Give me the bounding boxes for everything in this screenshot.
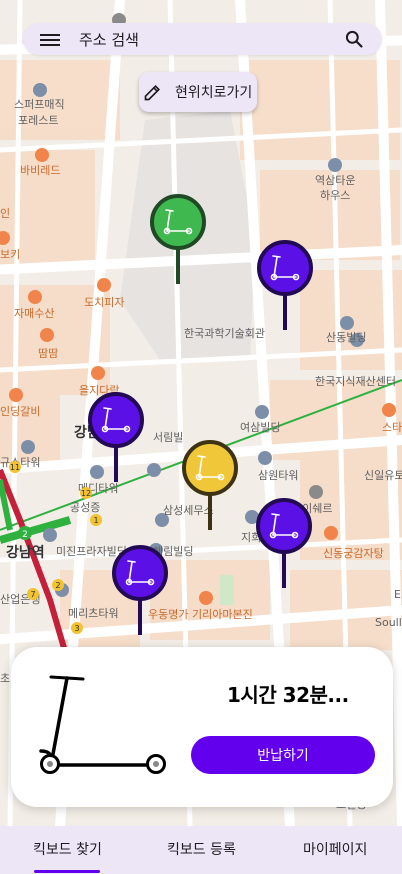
svg-text:2: 2 [55, 581, 60, 590]
map-label-ddam: 땀땀 [38, 347, 58, 360]
active-tab-indicator [34, 870, 100, 873]
scooter-pin-green[interactable] [150, 194, 206, 312]
map-label-knowledge: 한국지식재산센터 [315, 375, 396, 388]
svg-text:3: 3 [74, 624, 79, 633]
scooter-pin-yellow[interactable] [182, 440, 238, 558]
map-label-samwon: 삼원타워 [258, 469, 298, 482]
svg-text:11: 11 [10, 463, 20, 472]
subway-badge-2: 2 [18, 526, 32, 540]
rental-status-card: 1시간 32분... 반납하기 [11, 647, 393, 807]
return-button[interactable]: 반납하기 [191, 736, 375, 774]
map-label-yeoksam-town: 역삼타운 [315, 174, 355, 187]
tab-find-kickboard[interactable]: 킥보드 찾기 [33, 839, 102, 859]
map-label-in: 인 [0, 207, 10, 220]
map-label-seorim: 서림빌 [153, 431, 183, 444]
current-location-button[interactable]: 현위치로가기 [139, 72, 257, 112]
map-label-gangnam-station: 강남역 [6, 544, 45, 561]
scooter-pin-purple-3[interactable] [256, 498, 312, 616]
pencil-icon [144, 84, 161, 101]
tab-my-page[interactable]: 마이페이지 [303, 839, 367, 859]
scooter-pin-purple-2[interactable] [88, 392, 144, 510]
svg-text:1: 1 [93, 516, 98, 525]
map-label-sandong: 산동빌딩 [326, 331, 366, 344]
map-label-kst: 한국과학기술회관 [184, 327, 265, 340]
search-icon[interactable] [344, 29, 364, 49]
tab-register-kickboard[interactable]: 킥보드 등록 [167, 839, 236, 859]
current-location-label: 현위치로가기 [175, 85, 253, 101]
map-label-soul: Soull [375, 616, 402, 629]
scooter-pin-purple-1[interactable] [257, 240, 313, 358]
svg-text:7: 7 [30, 590, 35, 599]
search-input[interactable]: 주소 검색 [79, 29, 139, 50]
map-label-indiang: 인딩갈비 [0, 404, 40, 418]
map-label-house: 하우스 [320, 188, 350, 202]
subway-badge-11: 11 [9, 461, 21, 473]
subway-badge-1: 1 [90, 514, 102, 526]
scooter-icon [39, 675, 166, 774]
map-label-shinil: 신일유토 [364, 468, 402, 482]
search-bar[interactable]: 주소 검색 [23, 23, 382, 55]
map-label-dosin: 도치피자 [84, 296, 124, 309]
menu-icon[interactable] [40, 31, 60, 47]
map-label-jama: 자매수산 [14, 307, 54, 320]
subway-badge-3: 3 [71, 622, 83, 634]
map-label-cho: 초 [0, 672, 10, 685]
map-label-barbecue: 바비레드 [20, 164, 60, 177]
map-label-star: 스타 [382, 421, 402, 434]
map-label-forest: 포레스트 [18, 114, 58, 127]
rental-elapsed-time: 1시간 32분... [227, 683, 349, 707]
svg-text:2: 2 [22, 530, 28, 540]
map-label-sfr: 스퍼프매직 [14, 98, 65, 111]
map-label-bokki: 보키 [0, 248, 20, 261]
subway-badge-2b: 2 [52, 579, 64, 591]
map-label-sindong: 신동궁감자탕 [323, 547, 384, 560]
subway-badge-7: 7 [27, 588, 39, 600]
scooter-pin-purple-4[interactable] [112, 545, 168, 663]
bottom-navigation: 킥보드 찾기 킥보드 등록 마이페이지 [0, 826, 402, 874]
map-label-e: E [394, 588, 401, 601]
map-label-yeosam-bldg: 여삼빌딩 [240, 421, 280, 434]
